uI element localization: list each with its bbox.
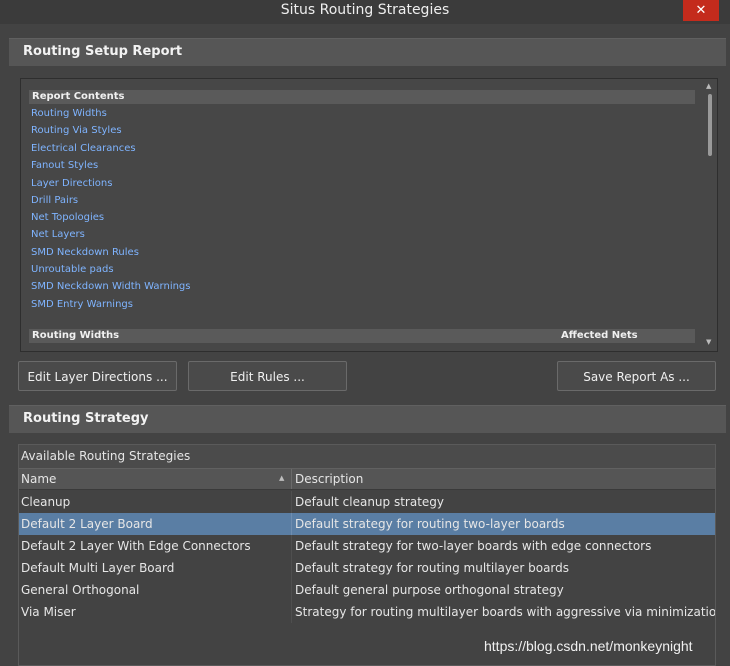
strategy-name: Default Multi Layer Board <box>21 561 175 575</box>
cell-divider <box>291 579 292 601</box>
cell-divider <box>291 513 292 535</box>
strategy-description: Default strategy for routing two-layer b… <box>295 517 565 531</box>
column-divider[interactable] <box>291 469 292 489</box>
strategy-row-selected[interactable]: Default 2 Layer Board Default strategy f… <box>19 513 715 535</box>
strategy-description: Default general purpose orthogonal strat… <box>295 583 564 597</box>
report-link-unroutable-pads[interactable]: Unroutable pads <box>31 263 114 277</box>
report-link-smd-entry-warnings[interactable]: SMD Entry Warnings <box>31 298 133 312</box>
report-link-routing-widths[interactable]: Routing Widths <box>31 107 107 121</box>
strategy-row[interactable]: Cleanup Default cleanup strategy <box>19 491 715 513</box>
routing-widths-header-label: Routing Widths <box>32 330 120 341</box>
scrollbar-thumb[interactable] <box>708 94 712 156</box>
watermark-text: https://blog.csdn.net/monkeynight <box>484 638 693 654</box>
strategy-name: Default 2 Layer With Edge Connectors <box>21 539 251 553</box>
cell-divider <box>291 557 292 579</box>
strategy-name: General Orthogonal <box>21 583 140 597</box>
strategy-name: Via Miser <box>21 605 76 619</box>
scroll-down-arrow-icon[interactable]: ▼ <box>706 338 711 346</box>
scroll-up-arrow-icon[interactable]: ▲ <box>706 82 711 90</box>
cell-divider <box>291 491 292 513</box>
routing-strategy-header: Routing Strategy <box>9 405 726 433</box>
column-header-description[interactable]: Description <box>295 472 363 486</box>
strategy-name: Default 2 Layer Board <box>21 517 153 531</box>
cell-divider <box>291 535 292 557</box>
report-link-layer-directions[interactable]: Layer Directions <box>31 177 112 191</box>
routing-setup-report-header: Routing Setup Report <box>9 38 726 66</box>
strategy-description: Default strategy for routing multilayer … <box>295 561 570 575</box>
report-link-fanout-styles[interactable]: Fanout Styles <box>31 159 98 173</box>
section-title: Routing Strategy <box>23 411 149 426</box>
routing-strategies-grid[interactable]: Available Routing Strategies Name ▲ Desc… <box>18 444 716 666</box>
column-header-name[interactable]: Name <box>21 472 56 486</box>
strategy-row[interactable]: Default 2 Layer With Edge Connectors Def… <box>19 535 715 557</box>
edit-rules-button[interactable]: Edit Rules ... <box>188 361 347 391</box>
report-link-drill-pairs[interactable]: Drill Pairs <box>31 194 78 208</box>
strategy-row[interactable]: Via Miser Strategy for routing multilaye… <box>19 601 715 623</box>
strategy-row[interactable]: Default Multi Layer Board Default strate… <box>19 557 715 579</box>
window-title: Situs Routing Strategies <box>280 2 450 18</box>
report-link-smd-neckdown-rules[interactable]: SMD Neckdown Rules <box>31 246 139 260</box>
grid-caption: Available Routing Strategies <box>19 445 715 468</box>
report-scrollbar[interactable]: ▲ ▼ <box>703 79 717 351</box>
strategy-description: Default strategy for two-layer boards wi… <box>295 539 652 553</box>
report-contents-header: Report Contents <box>29 90 695 104</box>
strategy-row[interactable]: General Orthogonal Default general purpo… <box>19 579 715 601</box>
strategy-description: Default cleanup strategy <box>295 495 445 509</box>
strategy-name: Cleanup <box>21 495 71 509</box>
edit-layer-directions-button[interactable]: Edit Layer Directions ... <box>18 361 177 391</box>
close-icon: ✕ <box>695 3 707 18</box>
save-report-as-button[interactable]: Save Report As ... <box>557 361 716 391</box>
routing-widths-table-header: Routing Widths Affected Nets <box>29 329 695 343</box>
title-bar: Situs Routing Strategies ✕ <box>0 0 730 24</box>
close-button[interactable]: ✕ <box>683 0 719 21</box>
report-link-electrical-clearances[interactable]: Electrical Clearances <box>31 142 136 156</box>
sort-ascending-icon: ▲ <box>279 474 285 482</box>
cell-divider <box>291 601 292 623</box>
affected-nets-header-label: Affected Nets <box>561 330 638 341</box>
grid-column-header: Name ▲ Description <box>19 468 715 490</box>
report-link-routing-via-styles[interactable]: Routing Via Styles <box>31 124 122 138</box>
report-link-smd-neckdown-width-warnings[interactable]: SMD Neckdown Width Warnings <box>31 280 191 294</box>
section-title: Routing Setup Report <box>23 44 183 59</box>
report-link-net-topologies[interactable]: Net Topologies <box>31 211 104 225</box>
strategy-description: Strategy for routing multilayer boards w… <box>295 605 716 619</box>
routing-setup-report-view[interactable]: Report Contents Routing Widths Routing V… <box>20 78 718 352</box>
report-link-net-layers[interactable]: Net Layers <box>31 228 85 242</box>
